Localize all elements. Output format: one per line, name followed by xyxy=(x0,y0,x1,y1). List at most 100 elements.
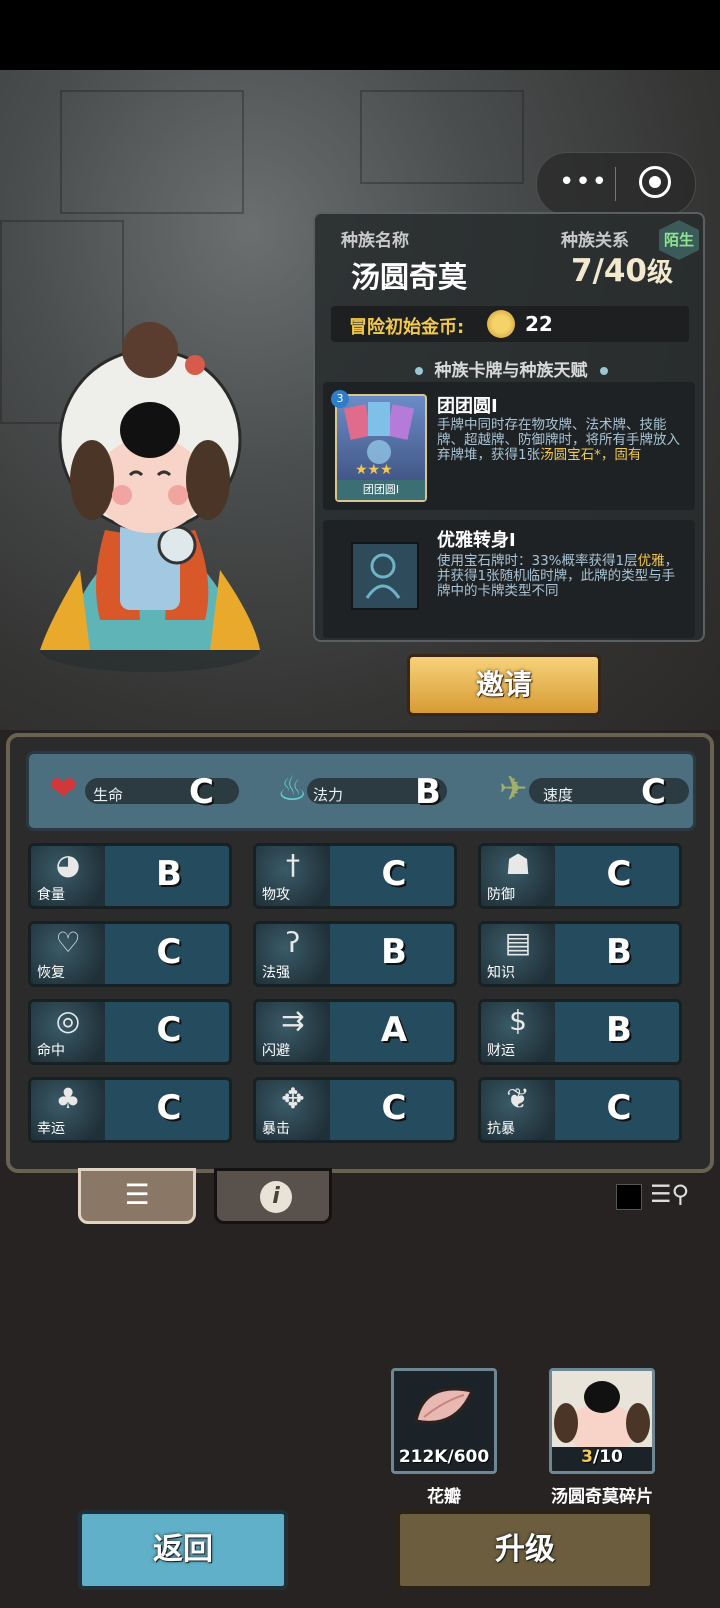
upgrade-button[interactable]: 升级 xyxy=(396,1510,654,1590)
core-stat-grade: B xyxy=(415,772,441,812)
stat-tile-accuracy[interactable]: ◎ 命中 C xyxy=(28,999,232,1065)
core-stats-strip: ❤ 生命 C ♨ 法力 B ✈ 速度 C xyxy=(26,751,696,831)
talent-icon[interactable] xyxy=(351,542,419,610)
material-petal[interactable]: 212K/600 xyxy=(391,1368,497,1474)
tab-attribute-list[interactable]: ☰ xyxy=(78,1168,196,1224)
talent-description: 使用宝石牌时：33%概率获得1层优雅，并获得1张随机临时牌，此牌的类型与手牌中的… xyxy=(437,554,683,599)
info-icon: i xyxy=(260,1181,292,1213)
stat-tile-spell-power[interactable]: ʔ 法强 B xyxy=(253,921,457,987)
stat-tile-evasion[interactable]: ⇉ 闪避 A xyxy=(253,999,457,1065)
view-toggle[interactable]: ☰⚲ xyxy=(610,1180,700,1214)
more-menu-icon[interactable]: ••• xyxy=(559,167,608,197)
stat-tile-critical[interactable]: ✥ 暴击 C xyxy=(253,1077,457,1143)
invite-button[interactable]: 邀请 xyxy=(407,654,601,716)
cards-section-title-text: 种族卡牌与种族天赋 xyxy=(434,361,588,381)
stat-tile-physical-attack[interactable]: † 物攻 C xyxy=(253,843,457,909)
sword-icon: † 物攻 xyxy=(256,846,330,906)
material-shard[interactable]: 3/10 xyxy=(549,1368,655,1474)
stat-name: 闪避 xyxy=(262,1043,290,1059)
race-talent-row[interactable]: 优雅转身I 使用宝石牌时：33%概率获得1层优雅，并获得1张随机临时牌，此牌的类… xyxy=(323,520,695,638)
armor-icon: ☗ 防御 xyxy=(481,846,555,906)
material-count: 3/10 xyxy=(552,1447,652,1467)
card-description: 手牌中同时存在物攻牌、法术牌、技能牌、超越牌、防御牌时，将所有手牌放入弃牌堆，获… xyxy=(437,418,683,463)
race-card-row[interactable]: ★★★ 3 团团圆I 团团圆I 手牌中同时存在物攻牌、法术牌、技能牌、超越牌、防… xyxy=(323,382,695,510)
close-target-icon[interactable] xyxy=(639,166,671,198)
tab-info[interactable]: i xyxy=(214,1168,332,1224)
starting-coins: 冒险初始金币: 22 xyxy=(331,306,689,342)
list-search-icon[interactable]: ☰⚲ xyxy=(650,1180,689,1208)
card-description-tail: ，固有 xyxy=(600,447,642,463)
race-relation-label: 种族关系 xyxy=(561,231,629,251)
stat-tile-appetite[interactable]: ◕ 食量 B xyxy=(28,843,232,909)
heart-plus-icon: ♡ 恢复 xyxy=(31,924,105,984)
card-level-badge: 3 xyxy=(331,390,349,408)
staff-icon: ʔ 法强 xyxy=(256,924,330,984)
talent-description-text: 使用宝石牌时：33%概率获得1层 xyxy=(437,553,638,569)
clover-icon: ♣ 幸运 xyxy=(31,1080,105,1140)
capsule-divider xyxy=(615,167,616,201)
stat-grade: B xyxy=(606,932,632,972)
stat-grade: C xyxy=(156,1088,182,1128)
book-icon: ▤ 知识 xyxy=(481,924,555,984)
core-stat-mana: ♨ 法力 B xyxy=(277,769,447,812)
material-count-need: /10 xyxy=(592,1447,623,1467)
card-title: 团团圆I xyxy=(437,396,498,417)
stat-tile-recovery[interactable]: ♡ 恢复 C xyxy=(28,921,232,987)
stat-name: 防御 xyxy=(487,887,515,903)
back-button[interactable]: 返回 xyxy=(78,1510,288,1590)
mana-flame-icon: ♨ xyxy=(277,769,308,809)
stat-tile-defense[interactable]: ☗ 防御 C xyxy=(478,843,682,909)
core-stat-grade: C xyxy=(641,772,666,812)
stat-name: 命中 xyxy=(37,1043,65,1059)
stomach-icon: ◕ 食量 xyxy=(31,846,105,906)
stat-grade: C xyxy=(156,1010,182,1050)
stat-grade: C xyxy=(606,1088,632,1128)
starting-coins-label: 冒险初始金币: xyxy=(349,317,465,338)
race-level-value: 7/40 xyxy=(570,253,647,289)
mini-program-capsule: ••• xyxy=(536,152,696,216)
stat-grade: C xyxy=(381,854,407,894)
talent-description-highlight: 优雅 xyxy=(637,553,665,569)
character-illustration xyxy=(40,322,260,672)
race-level-unit: 级 xyxy=(646,258,673,288)
stat-name: 财运 xyxy=(487,1043,515,1059)
stat-grade: B xyxy=(606,1010,632,1050)
stat-name: 暴击 xyxy=(262,1121,290,1137)
material-label: 花瓣 xyxy=(427,1487,461,1507)
grid-view-icon[interactable] xyxy=(616,1184,642,1210)
stat-tile-crit-resist[interactable]: ❦ 抗暴 C xyxy=(478,1077,682,1143)
stat-grade: B xyxy=(156,854,182,894)
petal-icon xyxy=(414,1387,475,1424)
list-icon: ☰ xyxy=(124,1178,150,1211)
stat-name: 恢复 xyxy=(37,965,65,981)
stat-grade: C xyxy=(606,854,632,894)
status-bar xyxy=(0,0,720,70)
stat-name: 知识 xyxy=(487,965,515,981)
stat-tile-knowledge[interactable]: ▤ 知识 B xyxy=(478,921,682,987)
core-stat-name: 生命 xyxy=(93,786,124,804)
core-stat-hp: ❤ 生命 C xyxy=(49,772,239,812)
character-portrait-icon xyxy=(552,1371,652,1455)
core-stat-name: 法力 xyxy=(313,786,344,804)
cards-section-title: 种族卡牌与种族天赋 xyxy=(315,356,707,381)
target-icon: ◎ 命中 xyxy=(31,1002,105,1062)
race-card-image[interactable]: ★★★ 3 团团圆I xyxy=(331,390,427,502)
stat-tile-luck[interactable]: ♣ 幸运 C xyxy=(28,1077,232,1143)
stat-name: 食量 xyxy=(37,887,65,903)
stat-tile-fortune[interactable]: $ 财运 B xyxy=(478,999,682,1065)
race-name-label: 种族名称 xyxy=(341,231,409,251)
talent-figure-icon xyxy=(365,553,401,599)
talent-title: 优雅转身I xyxy=(437,530,516,551)
crit-icon: ✥ 暴击 xyxy=(256,1080,330,1140)
stat-name: 法强 xyxy=(262,965,290,981)
material-count-have: 212K xyxy=(398,1447,448,1467)
core-stat-speed: ✈ 速度 C xyxy=(499,772,689,812)
starting-coins-value: 22 xyxy=(525,312,553,336)
gold-coin-icon xyxy=(487,310,515,338)
race-level: 7/40级 xyxy=(571,252,673,289)
stat-grade: B xyxy=(381,932,407,972)
core-stat-grade: C xyxy=(189,772,214,812)
stat-grade: C xyxy=(381,1088,407,1128)
bullet-dot xyxy=(414,367,423,375)
material-count-need: /600 xyxy=(447,1447,490,1467)
